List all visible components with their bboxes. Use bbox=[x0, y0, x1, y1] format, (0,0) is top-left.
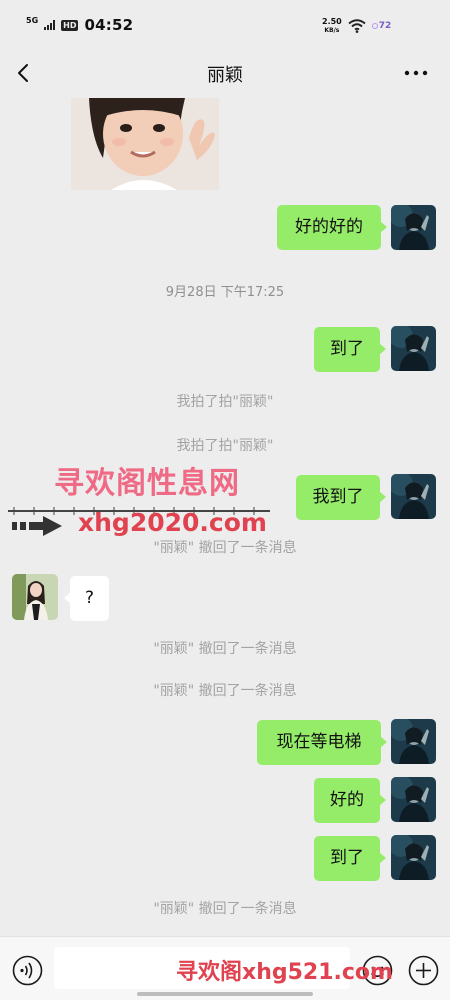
my-avatar-image bbox=[391, 719, 436, 764]
my-avatar-image bbox=[391, 205, 436, 250]
system-notice: "丽颖" 撤回了一条消息 bbox=[153, 901, 297, 917]
status-bar: 5G HD 04:52 2.50 KB/s 72 bbox=[0, 0, 450, 50]
contact-avatar-image bbox=[12, 574, 58, 620]
my-avatar[interactable] bbox=[391, 205, 436, 250]
plus-icon[interactable] bbox=[408, 955, 439, 986]
hd-badge: HD bbox=[61, 19, 79, 31]
child-photo bbox=[71, 98, 219, 190]
image-message[interactable] bbox=[71, 98, 219, 190]
my-message-bubble[interactable]: 好的 bbox=[314, 778, 386, 823]
my-message-bubble[interactable]: 现在等电梯 bbox=[257, 720, 387, 765]
my-avatar-image bbox=[391, 326, 436, 371]
watermark-url: xhg2020.com bbox=[78, 508, 267, 537]
speed-unit: KB/s bbox=[324, 26, 340, 34]
my-avatar-image bbox=[391, 835, 436, 880]
system-notice: "丽颖" 撤回了一条消息 bbox=[153, 683, 297, 699]
system-notice: 我拍了拍"丽颖" bbox=[176, 438, 274, 454]
chat-header: 丽颖 bbox=[0, 50, 450, 98]
system-notice: "丽颖" 撤回了一条消息 bbox=[153, 540, 297, 556]
my-message-bubble[interactable]: 到了 bbox=[314, 327, 386, 372]
my-message-bubble[interactable]: 我到了 bbox=[296, 475, 386, 520]
voice-icon[interactable] bbox=[12, 955, 43, 986]
signal-icon bbox=[44, 20, 56, 30]
my-avatar[interactable] bbox=[391, 474, 436, 519]
contact-message-bubble[interactable]: ? bbox=[64, 576, 109, 621]
home-indicator[interactable] bbox=[137, 992, 313, 996]
wifi-icon bbox=[348, 19, 366, 33]
watermark-footer: 寻欢阁xhg521.com bbox=[176, 960, 393, 985]
my-avatar[interactable] bbox=[391, 326, 436, 371]
battery-level: 72 bbox=[378, 21, 392, 31]
battery-indicator: 72 bbox=[371, 21, 392, 31]
my-avatar-image bbox=[391, 474, 436, 519]
contact-avatar[interactable] bbox=[12, 574, 58, 620]
status-left: 5G HD 04:52 bbox=[26, 14, 133, 36]
chat-title: 丽颖 bbox=[207, 65, 243, 86]
my-avatar[interactable] bbox=[391, 719, 436, 764]
system-notice: "丽颖" 撤回了一条消息 bbox=[153, 641, 297, 657]
speed-value: 2.50 bbox=[322, 16, 342, 26]
my-message-bubble[interactable]: 好的好的 bbox=[277, 205, 387, 250]
network-type: 5G bbox=[26, 16, 39, 25]
my-message-bubble[interactable]: 到了 bbox=[314, 836, 386, 881]
clock: 04:52 bbox=[84, 16, 134, 34]
network-speed: 2.50 KB/s bbox=[322, 16, 342, 35]
status-right: 2.50 KB/s 72 bbox=[322, 16, 391, 36]
battery-icon bbox=[371, 22, 378, 29]
my-avatar[interactable] bbox=[391, 835, 436, 880]
timestamp: 9月28日 下午17:25 bbox=[165, 285, 285, 300]
more-options-icon[interactable] bbox=[402, 63, 430, 83]
watermark-site-name: 寻欢阁性息网 bbox=[54, 466, 240, 501]
my-avatar[interactable] bbox=[391, 777, 436, 822]
watermark-arrow-icon bbox=[12, 516, 62, 536]
my-avatar-image bbox=[391, 777, 436, 822]
system-notice: 我拍了拍"丽颖" bbox=[176, 394, 274, 410]
